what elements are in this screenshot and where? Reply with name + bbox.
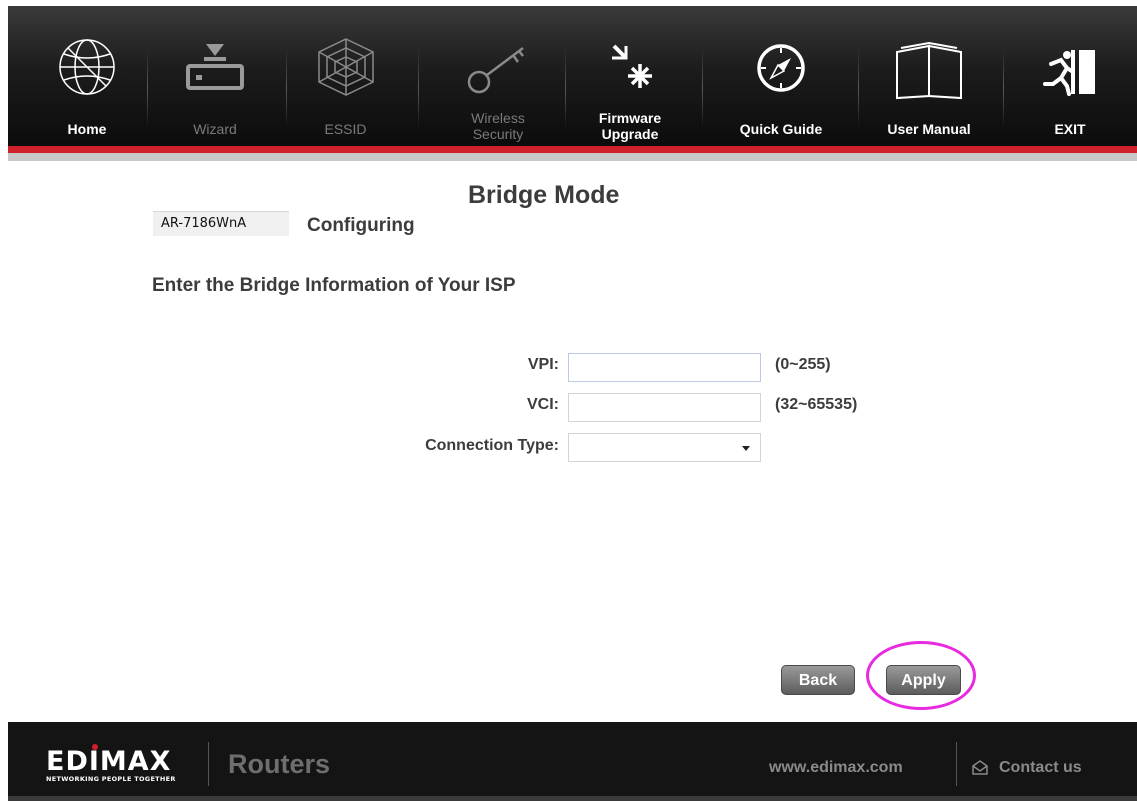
website-link[interactable]: www.edimax.com <box>769 759 903 777</box>
footer-divider <box>208 742 209 786</box>
back-button[interactable]: Back <box>781 665 855 695</box>
envelope-icon <box>972 760 988 775</box>
nav-exit[interactable]: EXIT <box>1018 6 1122 146</box>
footer-bottom-strip <box>8 796 1137 801</box>
nav-wizard-label: Wizard <box>193 121 237 137</box>
nav-wizard[interactable]: Wizard <box>156 6 274 146</box>
open-book-icon <box>896 42 962 100</box>
top-navigation-bar: Home Wizard ESSID Wireless Security Firm… <box>8 6 1137 146</box>
connection-type-label: Connection Type: <box>425 437 559 454</box>
vci-range-hint: (32~65535) <box>775 396 858 413</box>
nav-user-manual[interactable]: User Manual <box>866 6 992 146</box>
nav-essid-label: ESSID <box>324 121 367 137</box>
vpi-label: VPI: <box>527 356 559 373</box>
nav-firmware-upgrade-label: Firmware Upgrade <box>598 110 662 142</box>
vci-input[interactable] <box>568 393 761 422</box>
nav-divider <box>286 48 287 128</box>
nav-home[interactable]: Home <box>32 6 142 146</box>
nav-quick-guide[interactable]: Quick Guide <box>716 6 846 146</box>
nav-divider <box>702 48 703 128</box>
nav-wireless-security-label: Wireless Security <box>471 110 525 142</box>
nav-user-manual-label: User Manual <box>887 121 971 137</box>
edimax-logo: EDIMAX NETWORKING PEOPLE TOGETHER <box>46 744 176 783</box>
logo-red-dot <box>92 744 98 750</box>
globe-icon <box>59 39 115 95</box>
nav-shadow-stripe <box>8 153 1137 161</box>
page-title: Bridge Mode <box>468 181 620 209</box>
exit-runner-icon <box>1043 50 1095 96</box>
footer-divider <box>956 742 957 786</box>
vpi-input[interactable] <box>568 353 761 382</box>
nav-essid[interactable]: ESSID <box>288 6 403 146</box>
nav-firmware-upgrade[interactable]: Firmware Upgrade <box>570 6 690 146</box>
nav-home-label: Home <box>67 121 107 137</box>
key-icon <box>467 47 524 94</box>
configuring-label: Configuring <box>307 215 415 236</box>
firmware-upgrade-icon <box>612 44 652 88</box>
nav-accent-stripe <box>8 146 1137 153</box>
product-category: Routers <box>228 749 331 779</box>
nav-exit-label: EXIT <box>1054 121 1086 137</box>
contact-us-link[interactable]: Contact us <box>971 759 1082 777</box>
download-drive-icon <box>186 44 244 90</box>
nav-wireless-security[interactable]: Wireless Security <box>433 6 563 146</box>
nav-divider <box>858 48 859 128</box>
connection-type-select[interactable] <box>568 433 761 462</box>
nav-divider <box>147 48 148 128</box>
model-name-box: AR-7186WnA <box>153 211 289 236</box>
nav-divider <box>418 48 419 128</box>
nav-divider <box>1003 48 1004 128</box>
nav-divider <box>565 48 566 128</box>
vci-label: VCI: <box>527 396 559 413</box>
nav-quick-guide-label: Quick Guide <box>739 121 823 137</box>
spider-web-icon <box>317 38 374 96</box>
vpi-range-hint: (0~255) <box>775 356 831 373</box>
dropdown-arrow-icon <box>742 446 750 451</box>
footer-bar: EDIMAX NETWORKING PEOPLE TOGETHER Router… <box>8 722 1137 801</box>
apply-highlight-ring <box>866 641 976 710</box>
compass-icon <box>757 44 805 92</box>
section-heading: Enter the Bridge Information of Your ISP <box>152 275 516 296</box>
